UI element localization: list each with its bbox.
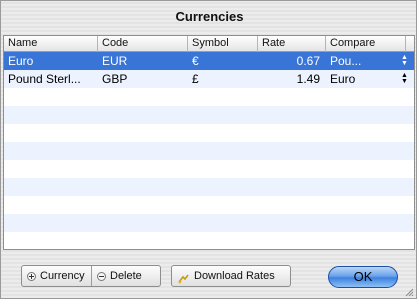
- cell-rate[interactable]: 0.67: [258, 52, 326, 70]
- empty-row: [4, 232, 414, 249]
- table-row[interactable]: Euro EUR € 0.67 Pou... ▲ ▼: [4, 52, 414, 70]
- cell-code: GBP: [102, 72, 128, 86]
- column-header-corner: [406, 36, 414, 52]
- table-header: Name Code Symbol Rate Compare: [4, 36, 414, 52]
- delete-currency-button[interactable]: Delete: [92, 266, 161, 286]
- cell-compare: Euro: [330, 72, 356, 86]
- empty-row: [4, 106, 414, 124]
- add-currency-button[interactable]: Currency: [22, 266, 91, 286]
- resize-grip-icon[interactable]: [404, 286, 414, 297]
- empty-row: [4, 124, 414, 142]
- column-header-compare[interactable]: Compare: [326, 36, 406, 52]
- empty-row: [4, 88, 414, 106]
- minus-icon: [97, 271, 106, 281]
- cell-symbol: £: [192, 72, 199, 86]
- empty-row: [4, 214, 414, 232]
- ok-button[interactable]: OK: [328, 266, 398, 288]
- plus-icon: [27, 271, 36, 281]
- download-rates-label: Download Rates: [194, 270, 275, 282]
- empty-row: [4, 196, 414, 214]
- cell-compare: Pou...: [330, 54, 362, 68]
- currencies-window: Currencies Name Code Symbol Rate Compare…: [0, 0, 417, 299]
- window-title: Currencies: [175, 9, 244, 24]
- column-header-symbol[interactable]: Symbol: [188, 36, 258, 52]
- column-header-rate[interactable]: Rate: [258, 36, 326, 52]
- download-rates-button[interactable]: Download Rates: [171, 265, 291, 287]
- stepper-arrows-icon[interactable]: ▲ ▼: [401, 54, 408, 67]
- delete-label: Delete: [110, 270, 142, 282]
- cell-rate[interactable]: 1.49: [258, 70, 326, 88]
- add-currency-label: Currency: [40, 270, 85, 282]
- download-rates-icon: [178, 271, 189, 284]
- empty-row: [4, 160, 414, 178]
- column-header-name[interactable]: Name: [4, 36, 98, 52]
- table-row[interactable]: Pound Sterl... GBP £ 1.49 Euro ▲ ▼: [4, 70, 414, 88]
- empty-row: [4, 178, 414, 196]
- cell-code: EUR: [102, 54, 128, 68]
- cell-compare-popup[interactable]: Pou... ▲ ▼: [326, 52, 414, 70]
- cell-compare-popup[interactable]: Euro ▲ ▼: [326, 70, 414, 88]
- cell-name: Euro: [8, 54, 34, 68]
- add-delete-segmented-control: Currency Delete: [21, 265, 161, 287]
- cell-name: Pound Sterl...: [8, 72, 81, 86]
- empty-row: [4, 142, 414, 160]
- stepper-arrows-icon[interactable]: ▲ ▼: [401, 72, 408, 85]
- cell-symbol: €: [192, 54, 199, 68]
- currencies-table[interactable]: Name Code Symbol Rate Compare Euro EUR €…: [3, 35, 415, 250]
- column-header-code[interactable]: Code: [98, 36, 188, 52]
